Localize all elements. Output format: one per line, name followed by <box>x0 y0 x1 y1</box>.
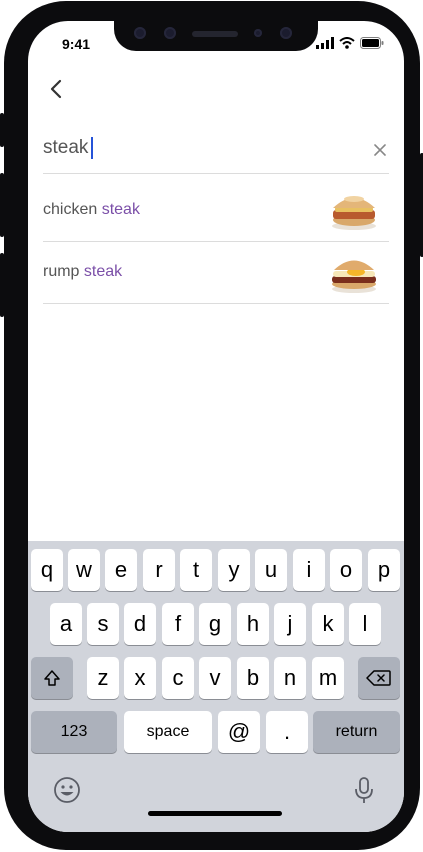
wifi-icon <box>339 37 355 49</box>
dot-projector <box>280 27 292 39</box>
key[interactable]: e <box>105 549 137 591</box>
suggestion-item[interactable]: rump steak <box>43 243 389 304</box>
home-indicator[interactable] <box>148 811 282 816</box>
battery-icon <box>360 37 384 49</box>
key[interactable]: s <box>87 603 119 645</box>
status-time: 9:41 <box>62 36 91 52</box>
phone-frame: 9:41 steak chicken steak rump steak q w … <box>0 1 423 850</box>
shift-key[interactable] <box>31 657 73 699</box>
keyboard: q w e r t y u i o p a s d f g h j k l z <box>28 541 404 832</box>
key[interactable]: l <box>349 603 381 645</box>
volume-down-button <box>0 253 4 317</box>
key[interactable]: v <box>199 657 231 699</box>
key[interactable]: j <box>274 603 306 645</box>
key[interactable]: f <box>162 603 194 645</box>
mute-switch <box>0 113 4 147</box>
search-field[interactable]: steak <box>43 127 389 174</box>
suggestion-match: steak <box>101 201 140 218</box>
shift-icon <box>44 670 60 686</box>
key[interactable]: q <box>31 549 63 591</box>
key[interactable]: x <box>124 657 156 699</box>
key[interactable]: n <box>274 657 306 699</box>
key[interactable]: a <box>50 603 82 645</box>
face-sensor <box>164 27 176 39</box>
space-key[interactable]: space <box>124 711 212 753</box>
signal-icon <box>316 37 334 49</box>
return-key[interactable]: return <box>313 711 400 753</box>
key[interactable]: y <box>218 549 250 591</box>
suggestion-match: steak <box>83 263 123 280</box>
volume-up-button <box>0 173 4 237</box>
key[interactable]: u <box>255 549 287 591</box>
text-caret <box>91 137 94 159</box>
key[interactable]: t <box>180 549 212 591</box>
key[interactable]: w <box>68 549 100 591</box>
key[interactable]: g <box>199 603 231 645</box>
emoji-icon <box>54 777 80 803</box>
backspace-key[interactable] <box>358 657 400 699</box>
screen: 9:41 steak chicken steak rump steak q w … <box>28 21 404 832</box>
key[interactable]: p <box>368 549 400 591</box>
at-key[interactable]: @ <box>218 711 260 753</box>
suggestion-prefix: chicken <box>43 201 102 218</box>
key[interactable]: h <box>237 603 269 645</box>
key[interactable]: o <box>330 549 362 591</box>
rump-steak-sandwich-image <box>332 260 376 293</box>
proximity-sensor <box>254 29 262 37</box>
back-button[interactable] <box>44 75 72 103</box>
clear-x-icon <box>374 144 386 156</box>
key[interactable]: d <box>124 603 156 645</box>
earpiece-speaker <box>192 31 238 37</box>
key[interactable]: i <box>293 549 325 591</box>
key[interactable]: c <box>162 657 194 699</box>
key[interactable]: k <box>312 603 344 645</box>
key[interactable]: m <box>312 657 344 699</box>
microphone-icon <box>355 777 373 803</box>
notch <box>114 21 318 51</box>
suggestion-item[interactable]: chicken steak <box>43 181 389 242</box>
chicken-steak-sandwich-image <box>332 196 376 230</box>
dictation-button[interactable] <box>352 775 376 805</box>
status-icons <box>316 37 384 49</box>
numbers-key[interactable]: 123 <box>31 711 117 753</box>
search-input[interactable]: steak <box>43 137 94 159</box>
period-key[interactable]: . <box>266 711 308 753</box>
suggestion-label: rump steak <box>43 263 122 281</box>
backspace-icon <box>366 670 391 686</box>
key[interactable]: b <box>237 657 269 699</box>
back-chevron-icon <box>50 79 62 99</box>
emoji-button[interactable] <box>52 775 82 805</box>
front-camera <box>134 27 146 39</box>
suggestion-prefix: rump <box>43 263 84 280</box>
suggestion-label: chicken steak <box>43 201 140 219</box>
clear-button[interactable] <box>371 141 389 159</box>
key[interactable]: z <box>87 657 119 699</box>
search-query: steak <box>43 137 89 158</box>
key[interactable]: r <box>143 549 175 591</box>
